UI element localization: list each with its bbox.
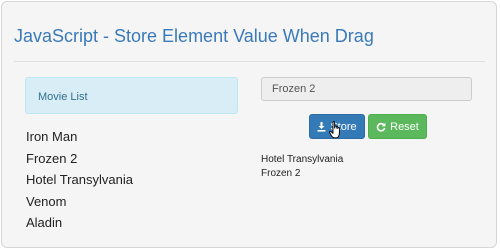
page-title: JavaScript - Store Element Value When Dr… (14, 26, 374, 46)
reset-button-label: Reset (390, 120, 419, 133)
movie-item-hotel-transylvania[interactable]: Hotel Transylvania (26, 171, 133, 193)
reset-button[interactable]: Reset (368, 114, 427, 139)
title-divider (14, 61, 485, 62)
movie-item-venom[interactable]: Venom (26, 193, 133, 215)
download-icon (317, 121, 326, 132)
stored-values-list: Hotel Transylvania Frozen 2 (261, 153, 343, 180)
movie-item-frozen-2[interactable]: Frozen 2 (26, 150, 133, 172)
movie-list-header: Movie List (25, 77, 238, 114)
movie-item-iron-man[interactable]: Iron Man (26, 128, 133, 150)
refresh-icon (376, 122, 386, 132)
hand-pointer-icon (329, 121, 343, 144)
stored-item: Frozen 2 (261, 167, 301, 179)
movie-list: Iron Man Frozen 2 Hotel Transylvania Ven… (26, 128, 133, 236)
movie-item-aladin[interactable]: Aladin (26, 214, 133, 236)
drop-target-input[interactable] (261, 77, 472, 101)
stored-item: Hotel Transylvania (261, 154, 344, 165)
